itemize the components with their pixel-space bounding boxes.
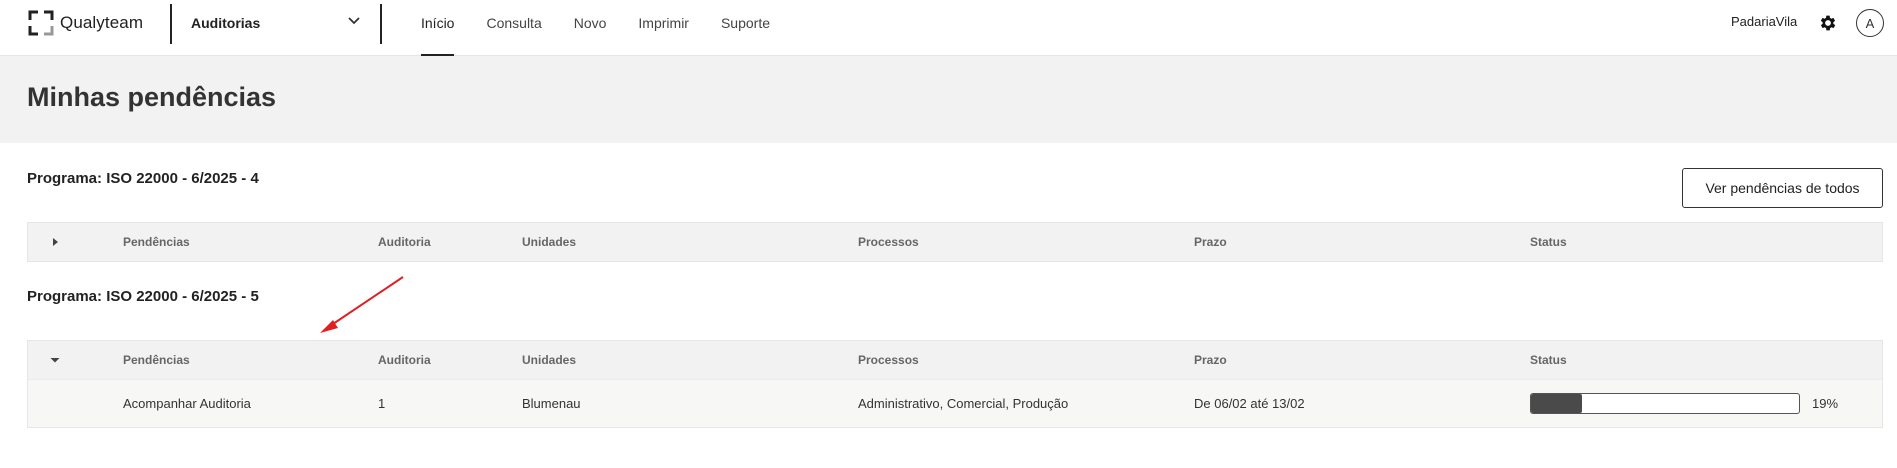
- top-navigation-bar: Qualyteam Auditorias Início Consulta Nov…: [0, 0, 1897, 56]
- caret-right-icon[interactable]: [47, 234, 63, 250]
- pending-table: Pendências Auditoria Unidades Processos …: [27, 222, 1883, 262]
- module-selector[interactable]: Auditorias: [191, 12, 361, 34]
- view-all-pending-button[interactable]: Ver pendências de todos: [1682, 168, 1883, 208]
- column-header-prazo: Prazo: [1194, 353, 1227, 367]
- main-nav: Início Consulta Novo Imprimir Suporte: [421, 0, 802, 56]
- column-header-status: Status: [1530, 353, 1567, 367]
- header-divider: [170, 4, 172, 44]
- user-avatar[interactable]: A: [1856, 9, 1884, 37]
- chevron-down-icon: [347, 14, 361, 33]
- brand-name: Qualyteam: [60, 13, 144, 32]
- program-title: Programa: ISO 22000 - 6/2025 - 5: [27, 288, 259, 305]
- status-progress-fill: [1531, 394, 1582, 413]
- program-title: Programa: ISO 22000 - 6/2025 - 4: [27, 170, 259, 187]
- column-header-unidades: Unidades: [522, 235, 577, 249]
- status-percent: 19%: [1812, 396, 1839, 411]
- qualyteam-logo-icon: [28, 10, 54, 36]
- pending-table: Pendências Auditoria Unidades Processos …: [27, 340, 1883, 428]
- header-divider: [380, 4, 382, 44]
- column-header-pendencias: Pendências: [123, 353, 190, 367]
- cell-auditoria: 1: [378, 396, 386, 411]
- column-header-unidades: Unidades: [522, 353, 577, 367]
- cell-processos: Administrativo, Comercial, Produção: [858, 396, 1069, 411]
- nav-suporte[interactable]: Suporte: [721, 0, 770, 56]
- cell-pendencia[interactable]: Acompanhar Auditoria: [123, 396, 251, 411]
- column-header-auditoria: Auditoria: [378, 353, 431, 367]
- nav-novo[interactable]: Novo: [574, 0, 607, 56]
- nav-inicio[interactable]: Início: [421, 0, 455, 56]
- column-header-processos: Processos: [858, 235, 919, 249]
- gear-icon[interactable]: [1818, 13, 1838, 33]
- table-header: Pendências Auditoria Unidades Processos …: [28, 341, 1882, 379]
- column-header-processos: Processos: [858, 353, 919, 367]
- cell-prazo: De 06/02 até 13/02: [1194, 396, 1305, 411]
- brand-logo[interactable]: Qualyteam: [28, 9, 143, 37]
- nav-imprimir[interactable]: Imprimir: [638, 0, 689, 56]
- status-progress-bar: [1530, 393, 1800, 414]
- table-header: Pendências Auditoria Unidades Processos …: [28, 223, 1882, 261]
- column-header-status: Status: [1530, 235, 1567, 249]
- caret-down-icon[interactable]: [47, 352, 63, 368]
- cell-unidades: Blumenau: [522, 396, 581, 411]
- column-header-pendencias: Pendências: [123, 235, 190, 249]
- module-selector-label: Auditorias: [191, 15, 261, 31]
- page-header: Minhas pendências: [0, 56, 1897, 143]
- page-title: Minhas pendências: [27, 82, 277, 112]
- table-row[interactable]: Acompanhar Auditoria 1 Blumenau Administ…: [28, 379, 1882, 427]
- nav-consulta[interactable]: Consulta: [486, 0, 541, 56]
- column-header-auditoria: Auditoria: [378, 235, 431, 249]
- column-header-prazo: Prazo: [1194, 235, 1227, 249]
- user-name[interactable]: PadariaVila: [1731, 14, 1797, 29]
